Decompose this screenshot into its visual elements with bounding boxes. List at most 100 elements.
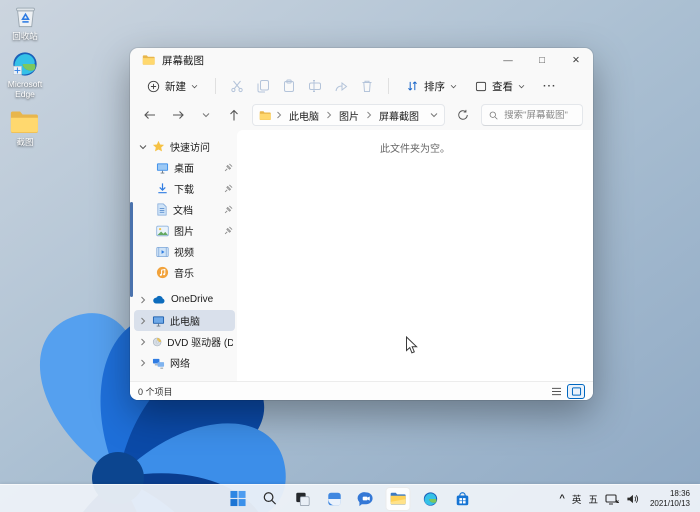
pin-icon <box>224 163 233 172</box>
windows-start-icon <box>230 490 247 507</box>
thumbnail-view-button[interactable] <box>567 384 585 399</box>
network-tray-icon[interactable] <box>605 493 619 505</box>
sidebar-item-label: 下载 <box>174 181 194 196</box>
edge-taskbar-button[interactable] <box>418 487 443 511</box>
nav-pane-scrollbar[interactable] <box>130 202 133 297</box>
pin-icon <box>224 205 233 214</box>
ime-mode-indicator[interactable]: 五 <box>588 492 598 506</box>
copy-button[interactable] <box>252 76 274 96</box>
breadcrumb-pictures[interactable]: 图片 <box>336 107 362 124</box>
details-view-icon <box>551 387 562 396</box>
window-folder-icon <box>142 54 156 66</box>
sidebar-item-desktop[interactable]: 桌面 <box>134 157 235 178</box>
file-list-pane[interactable]: 此文件夹为空。 <box>237 130 593 381</box>
breadcrumb-this-pc[interactable]: 此电脑 <box>286 107 322 124</box>
desktop-icon-recycle-bin[interactable]: 回收站 <box>2 3 48 42</box>
star-icon <box>152 140 165 153</box>
new-plus-icon <box>147 80 160 93</box>
file-explorer-icon <box>389 491 407 506</box>
rename-button[interactable] <box>304 76 326 96</box>
sidebar-item-videos[interactable]: 视频 <box>134 241 235 262</box>
toolbar-separator <box>215 78 216 94</box>
volume-tray-icon[interactable] <box>626 493 639 505</box>
chevron-right-icon <box>276 111 282 119</box>
paste-button[interactable] <box>278 76 300 96</box>
more-options-button[interactable]: ··· <box>536 76 564 96</box>
videos-icon <box>156 246 169 258</box>
arrow-up-icon <box>228 109 240 122</box>
details-view-button[interactable] <box>547 384 565 399</box>
sidebar-item-onedrive[interactable]: OneDrive <box>134 289 235 310</box>
chevron-down-icon <box>518 84 525 89</box>
sidebar-item-downloads[interactable]: 下载 <box>134 178 235 199</box>
widgets-button[interactable] <box>322 487 347 511</box>
title-bar[interactable]: 屏幕截图 — □ ✕ <box>130 48 593 72</box>
sidebar-item-network[interactable]: 网络 <box>134 352 235 373</box>
sidebar-item-music[interactable]: 音乐 <box>134 262 235 283</box>
sort-button[interactable]: 排序 <box>399 75 464 98</box>
tray-chevron-up[interactable]: ^ <box>559 493 565 504</box>
close-button[interactable]: ✕ <box>559 48 593 72</box>
sidebar-item-this-pc[interactable]: 此电脑 <box>134 310 235 331</box>
ime-language-indicator[interactable]: 英 <box>572 492 582 506</box>
new-button[interactable]: 新建 <box>140 75 205 98</box>
task-view-button[interactable] <box>290 487 315 511</box>
delete-button[interactable] <box>356 76 378 96</box>
clock[interactable]: 18:36 2021/10/13 <box>646 487 694 511</box>
sidebar-item-documents[interactable]: 文档 <box>134 199 235 220</box>
refresh-icon <box>457 109 469 121</box>
address-bar: 此电脑 图片 屏幕截图 <box>130 100 593 130</box>
chevron-expanded-icon[interactable] <box>138 144 147 150</box>
sort-icon <box>406 80 419 92</box>
chevron-down-icon <box>191 84 198 89</box>
recycle-bin-icon <box>12 3 39 30</box>
start-button[interactable] <box>226 487 251 511</box>
chevron-collapsed-icon[interactable] <box>138 317 147 325</box>
chat-icon <box>358 491 375 507</box>
store-taskbar-button[interactable] <box>450 487 475 511</box>
sidebar-item-label: 快速访问 <box>170 139 210 154</box>
sidebar-item-pictures[interactable]: 图片 <box>134 220 235 241</box>
desktop-icon-folder[interactable]: 截图 <box>2 108 48 148</box>
address-folder-icon <box>259 110 272 121</box>
chevron-down-icon <box>202 112 210 118</box>
chevron-collapsed-icon[interactable] <box>138 296 147 304</box>
search-input[interactable] <box>504 110 575 121</box>
chevron-collapsed-icon[interactable] <box>138 359 147 367</box>
search-taskbar-button[interactable] <box>258 487 283 511</box>
folder-icon <box>9 108 41 136</box>
copy-icon <box>256 79 270 93</box>
cut-button[interactable] <box>226 76 248 96</box>
file-explorer-taskbar-button[interactable] <box>386 487 411 511</box>
address-dropdown-chevron-icon[interactable] <box>430 112 438 118</box>
recent-locations-button[interactable] <box>196 105 216 125</box>
back-button[interactable] <box>140 105 160 125</box>
rename-icon <box>308 79 322 93</box>
edge-icon <box>11 50 39 78</box>
chevron-collapsed-icon[interactable] <box>138 338 147 346</box>
thumbnail-view-icon <box>571 387 582 396</box>
paste-icon <box>282 79 296 93</box>
breadcrumb[interactable]: 此电脑 图片 屏幕截图 <box>252 104 445 126</box>
search-icon <box>489 110 498 121</box>
search-icon <box>263 491 278 506</box>
forward-button[interactable] <box>168 105 188 125</box>
store-icon <box>454 491 470 507</box>
desktop: 回收站 Microsoft Edge 截图 屏幕截图 — <box>0 0 700 512</box>
minimize-button[interactable]: — <box>491 48 525 72</box>
download-icon <box>156 182 169 195</box>
view-button[interactable]: 查看 <box>468 75 532 98</box>
sidebar-item-label: 文档 <box>173 202 193 217</box>
breadcrumb-screenshots[interactable]: 屏幕截图 <box>376 107 422 124</box>
up-button[interactable] <box>224 105 244 125</box>
taskbar: ^ 英 五 18:36 2021/10/13 <box>0 484 700 512</box>
desktop-icon-edge[interactable]: Microsoft Edge <box>2 50 48 100</box>
sidebar-item-dvd-drive[interactable]: DVD 驱动器 (D:) C <box>134 331 235 352</box>
chat-button[interactable] <box>354 487 379 511</box>
sidebar-item-quick-access[interactable]: 快速访问 <box>134 136 235 157</box>
maximize-button[interactable]: □ <box>525 48 559 72</box>
cut-icon <box>230 79 244 93</box>
search-box[interactable] <box>481 104 583 126</box>
share-button[interactable] <box>330 76 352 96</box>
refresh-button[interactable] <box>453 105 473 125</box>
